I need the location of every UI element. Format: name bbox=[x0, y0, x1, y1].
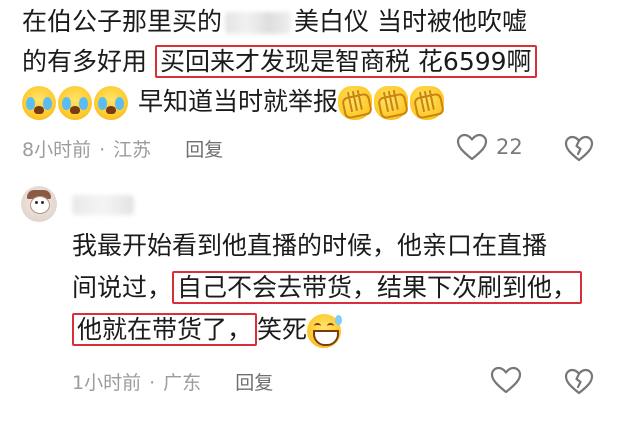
comment-2-line-3: 他就在带货了， 笑死 bbox=[72, 309, 632, 351]
redacted-text bbox=[225, 12, 292, 34]
redacted-username[interactable] bbox=[72, 195, 134, 215]
comment-2-meta: 1小时前 · 广东 回复 bbox=[72, 368, 273, 395]
loudly-crying-face-icon bbox=[94, 86, 128, 120]
comment-1-text-part: 早知道当时就举报 bbox=[137, 87, 338, 116]
heart-icon bbox=[456, 133, 488, 161]
comment-1-text-part: 在伯公子那里买的 bbox=[22, 7, 223, 36]
grinning-face-with-sweat-icon bbox=[307, 314, 343, 348]
comment-1-dislike-button[interactable] bbox=[564, 135, 594, 166]
comment-1-text-part: 美白仪 当时被他吹嘘 bbox=[294, 7, 527, 36]
comment-1-body: 在伯公子那里买的 美白仪 当时被他吹嘘 的有多好用 买回来才发现是智商税 花659… bbox=[22, 2, 622, 122]
comment-1-highlight: 买回来才发现是智商税 花6599啊 bbox=[154, 45, 537, 78]
comment-2-line-2: 间说过， 自己不会去带货，结果下次刷到他， bbox=[72, 267, 632, 309]
comment-2-body: 我最开始看到他直播的时候，他亲口在直播 间说过， 自己不会去带货，结果下次刷到他，… bbox=[72, 225, 632, 351]
comment-1-line-1: 在伯公子那里买的 美白仪 当时被他吹嘘 bbox=[22, 2, 622, 42]
comment-1-reply-button[interactable]: 回复 bbox=[185, 139, 223, 161]
comment-2-time: 1小时前 bbox=[72, 372, 142, 394]
clapping-hands-icon bbox=[409, 86, 444, 120]
comment-2-location: 广东 bbox=[163, 372, 202, 394]
comment-1-like-button[interactable]: 22 bbox=[456, 133, 523, 161]
comment-1-line-2: 的有多好用 买回来才发现是智商税 花6599啊 bbox=[22, 42, 622, 82]
comment-2-dislike-button[interactable] bbox=[564, 368, 594, 399]
comment-1-meta: 8小时前 · 江苏 回复 bbox=[22, 135, 223, 162]
comment-2-highlight: 自己不会去带货，结果下次刷到他， bbox=[172, 271, 583, 304]
loudly-crying-face-icon bbox=[58, 86, 92, 120]
comment-1-text-part: 的有多好用 bbox=[22, 47, 148, 76]
comment-2-text-part: 笑死 bbox=[257, 315, 308, 344]
comment-2-text-part: 我最开始看到他直播的时候，他亲口在直播 bbox=[72, 231, 548, 260]
comment-2-line-1: 我最开始看到他直播的时候，他亲口在直播 bbox=[72, 225, 632, 267]
comment-2-reply-button[interactable]: 回复 bbox=[235, 372, 273, 394]
separator-dot: · bbox=[149, 372, 156, 394]
clapping-hands-icon bbox=[373, 86, 408, 120]
heart-icon bbox=[490, 366, 522, 394]
broken-heart-icon bbox=[564, 135, 594, 162]
avatar[interactable] bbox=[21, 186, 57, 222]
comment-2-highlight: 他就在带货了， bbox=[72, 313, 258, 346]
comment-1-time: 8小时前 bbox=[22, 139, 92, 161]
clapping-hands-icon bbox=[337, 86, 372, 120]
comment-1-line-3: 早知道当时就举报 bbox=[22, 82, 622, 122]
loudly-crying-face-icon bbox=[22, 86, 56, 120]
comment-2-text-part: 间说过， bbox=[72, 273, 173, 302]
comment-2-like-button[interactable] bbox=[490, 366, 522, 394]
broken-heart-icon bbox=[564, 368, 594, 395]
comment-1-like-count: 22 bbox=[496, 135, 523, 159]
comment-1-location: 江苏 bbox=[113, 139, 152, 161]
comment-feed: 在伯公子那里买的 美白仪 当时被他吹嘘 的有多好用 买回来才发现是智商税 花659… bbox=[0, 0, 640, 421]
separator-dot: · bbox=[99, 139, 106, 161]
